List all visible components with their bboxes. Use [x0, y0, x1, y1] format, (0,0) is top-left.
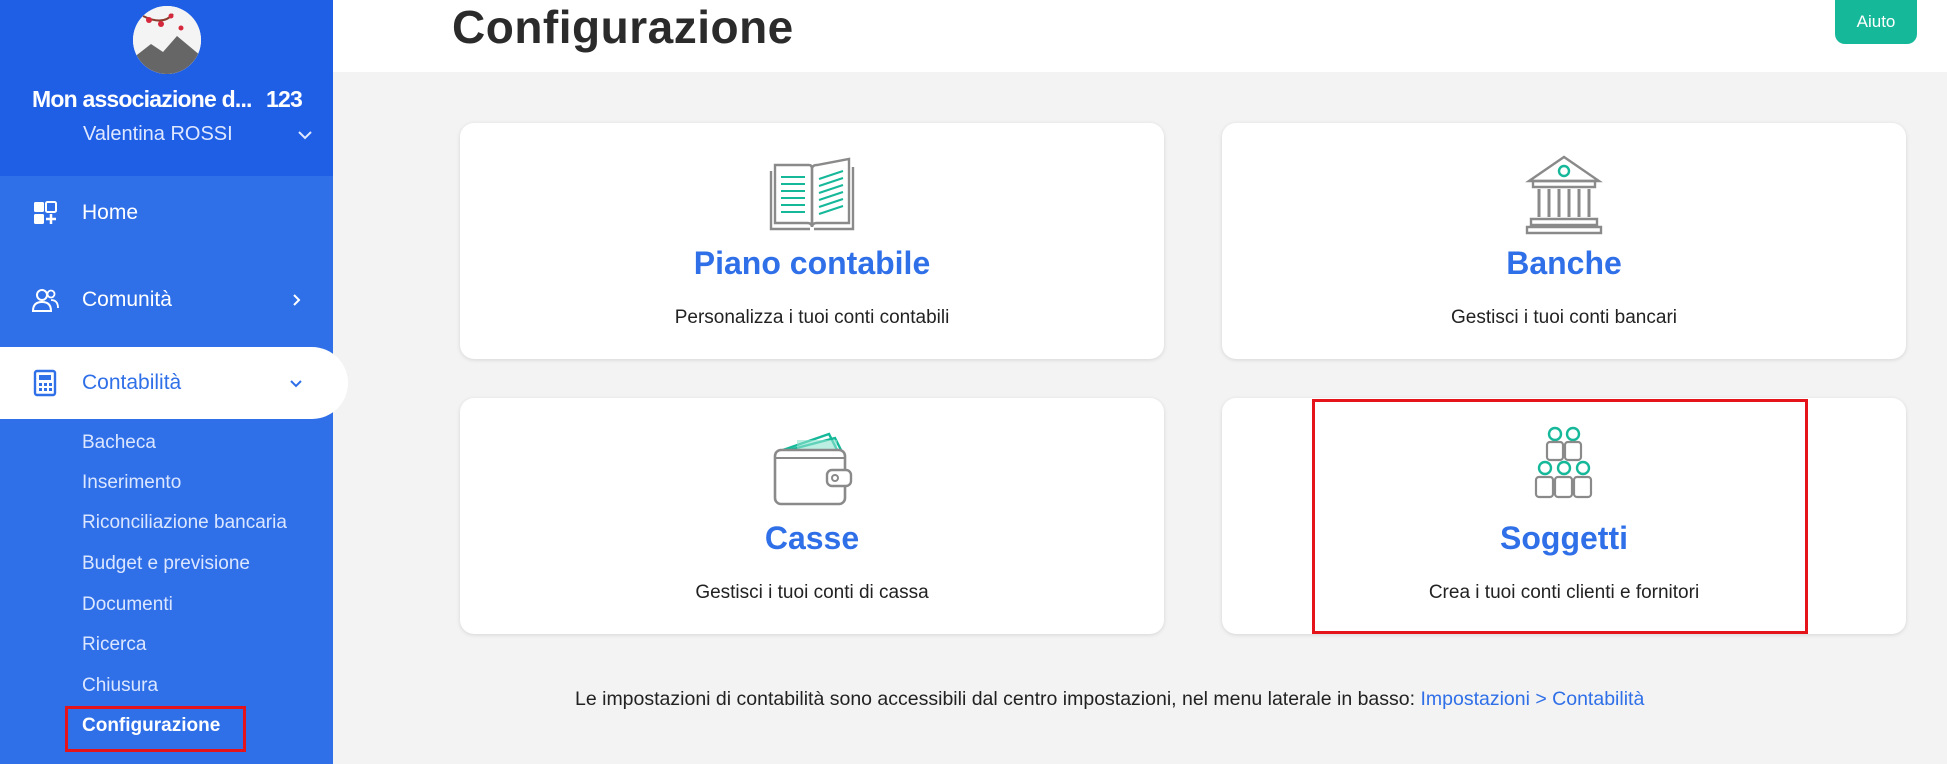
- footer-note: Le impostazioni di contabilità sono acce…: [575, 688, 1644, 711]
- subnav-ricerca[interactable]: Ricerca: [82, 634, 146, 656]
- organization-name: Mon associazione d...: [32, 86, 252, 112]
- footer-text: Le impostazioni di contabilità sono acce…: [575, 688, 1421, 710]
- card-description: Personalizza i tuoi conti contabili: [674, 307, 950, 328]
- book-icon: [769, 157, 855, 231]
- subnav-riconciliazione[interactable]: Riconciliazione bancaria: [82, 512, 287, 534]
- wallet-icon: [773, 432, 853, 506]
- sidebar: Mon associazione d... 123 Valentina ROSS…: [0, 0, 348, 764]
- chevron-right-icon: [293, 294, 301, 306]
- subnav-chiusura[interactable]: Chiusura: [82, 675, 158, 697]
- chevron-down-icon: [290, 380, 302, 388]
- nav-label-comunita: Comunità: [82, 288, 172, 311]
- help-button[interactable]: Aiuto: [1835, 0, 1917, 44]
- subnav-budget[interactable]: Budget e previsione: [82, 553, 250, 575]
- bank-icon: [1525, 155, 1603, 235]
- nav-item-contabilita[interactable]: Contabilità: [0, 347, 348, 419]
- card-description: Gestisci i tuoi conti bancari: [1451, 307, 1677, 328]
- card-title: Piano contabile: [693, 245, 931, 281]
- nav-item-home[interactable]: Home: [0, 178, 333, 248]
- card-casse[interactable]: Casse Gestisci i tuoi conti di cassa: [460, 398, 1164, 634]
- card-piano-contabile[interactable]: Piano contabile Personalizza i tuoi cont…: [460, 123, 1164, 359]
- subnav-documenti[interactable]: Documenti: [82, 594, 173, 616]
- highlight-box-configurazione: [65, 706, 246, 752]
- card-title: Banche: [1506, 245, 1622, 281]
- subnav-inserimento[interactable]: Inserimento: [82, 472, 181, 494]
- settings-link[interactable]: Impostazioni > Contabilità: [1420, 688, 1644, 710]
- calculator-icon: [33, 369, 57, 397]
- card-title: Casse: [764, 520, 860, 556]
- nav-item-comunita[interactable]: Comunità: [0, 265, 333, 335]
- organization-code: 123: [266, 86, 303, 112]
- subnav-bacheca[interactable]: Bacheca: [82, 432, 156, 454]
- nav-label-contabilita: Contabilità: [82, 371, 182, 394]
- nav-label-home: Home: [82, 201, 139, 224]
- chevron-down-icon[interactable]: [296, 126, 314, 144]
- avatar[interactable]: [133, 6, 201, 74]
- card-banche[interactable]: Banche Gestisci i tuoi conti bancari: [1222, 123, 1906, 359]
- people-icon: [31, 289, 59, 312]
- page-title: Configurazione: [452, 1, 794, 53]
- sidebar-header: Mon associazione d... 123 Valentina ROSS…: [0, 0, 333, 176]
- card-description: Gestisci i tuoi conti di cassa: [695, 582, 929, 603]
- user-name[interactable]: Valentina ROSSI: [83, 123, 233, 146]
- highlight-box-soggetti: [1312, 399, 1808, 634]
- dashboard-icon: [34, 201, 57, 224]
